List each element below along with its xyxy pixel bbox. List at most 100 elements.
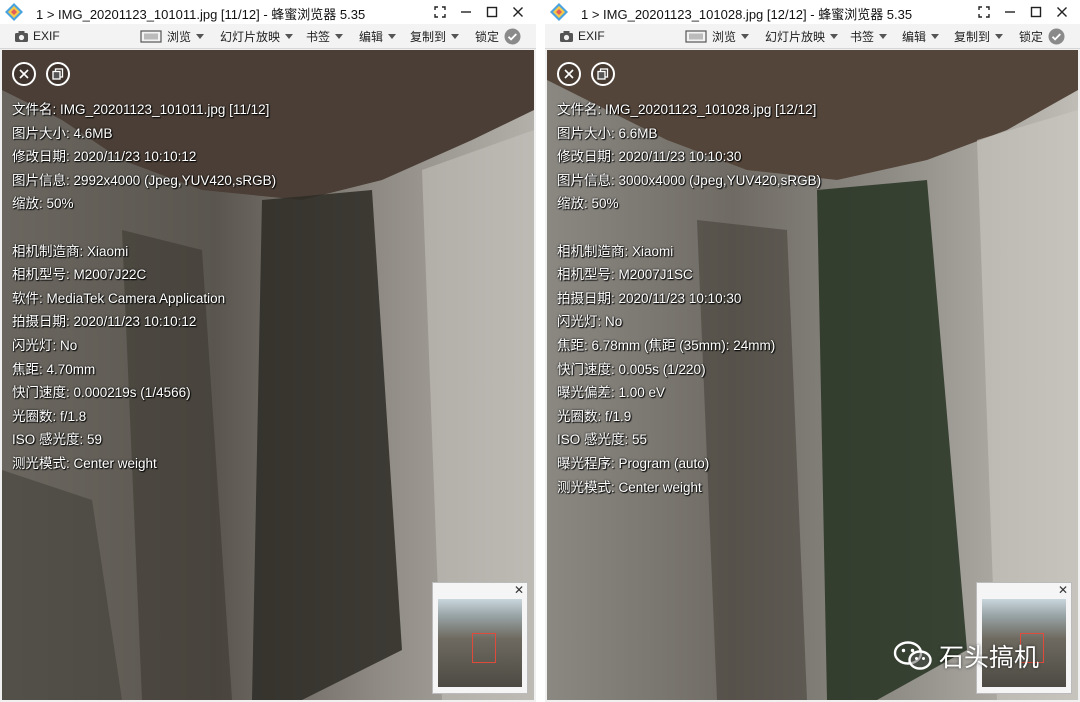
honeyview-icon xyxy=(5,3,23,21)
exif-label: EXIF xyxy=(578,29,605,43)
browse-icon xyxy=(685,29,707,43)
info-aperture: 光圈数: f/1.8 xyxy=(12,408,87,424)
info-modified: 修改日期: 2020/11/23 10:10:30 xyxy=(557,149,742,165)
copy-to-menu[interactable]: 复制到 xyxy=(954,24,1004,48)
minimap-close-icon[interactable]: ✕ xyxy=(1058,583,1068,597)
slideshow-menu[interactable]: 幻灯片放映 xyxy=(220,24,294,48)
info-date-taken: 拍摄日期: 2020/11/23 10:10:30 xyxy=(557,290,742,306)
chevron-down-icon xyxy=(451,33,460,39)
fullscreen-icon xyxy=(978,6,990,18)
maximize-button[interactable] xyxy=(1024,1,1048,23)
info-filesize: 图片大小: 6.6MB xyxy=(557,125,658,141)
chevron-down-icon xyxy=(741,33,750,39)
info-date-taken: 拍摄日期: 2020/11/23 10:10:12 xyxy=(12,314,197,330)
fullscreen-button[interactable] xyxy=(428,1,452,23)
close-icon xyxy=(564,69,574,79)
info-filename: 文件名: IMG_20201123_101011.jpg [11/12] xyxy=(12,102,270,117)
toolbar: EXIF 浏览 幻灯片放映 书签 编辑 复制到 锁定 xyxy=(0,24,536,49)
viewer-window-right: 1 > IMG_20201123_101028.jpg [12/12] - 蜂蜜… xyxy=(545,0,1080,702)
info-model: 相机型号: M2007J1SC xyxy=(557,267,693,283)
browse-icon xyxy=(140,29,162,43)
lock-label: 锁定 xyxy=(475,29,500,44)
info-focal-length: 焦距: 4.70mm xyxy=(12,361,96,377)
watermark-text: 石头搞机 xyxy=(939,643,1040,672)
title-bar: 1 > IMG_20201123_101011.jpg [11/12] - 蜂蜜… xyxy=(0,0,536,25)
info-software: 软件: MediaTek Camera Application xyxy=(12,290,226,306)
close-icon xyxy=(19,69,29,79)
close-window-button[interactable] xyxy=(506,1,530,23)
bookmark-menu[interactable]: 书签 xyxy=(850,24,888,48)
window-title: 1 > IMG_20201123_101028.jpg [12/12] - 蜂蜜… xyxy=(581,7,913,22)
edit-menu[interactable]: 编辑 xyxy=(902,24,940,48)
navigator-minimap[interactable]: ✕ xyxy=(432,582,528,694)
lock-check-icon xyxy=(504,28,521,44)
close-icon xyxy=(513,7,523,17)
fullscreen-button[interactable] xyxy=(972,1,996,23)
info-shutter: 快门速度: 0.000219s (1/4566) xyxy=(12,385,191,401)
browse-menu[interactable]: 浏览 xyxy=(685,24,750,48)
exif-info-panel: 文件名: IMG_20201123_101028.jpg [12/12] 图片大… xyxy=(557,98,821,499)
info-aperture: 光圈数: f/1.9 xyxy=(557,408,632,424)
viewer-window-left: 1 > IMG_20201123_101011.jpg [11/12] - 蜂蜜… xyxy=(0,0,536,702)
bookmark-menu[interactable]: 书签 xyxy=(306,24,344,48)
edit-label: 编辑 xyxy=(359,29,384,44)
chevron-down-icon xyxy=(196,33,205,39)
close-overlay-button[interactable] xyxy=(557,62,581,86)
minimap-close-icon[interactable]: ✕ xyxy=(514,583,524,597)
minimap-viewport-box[interactable] xyxy=(472,633,496,663)
edit-menu[interactable]: 编辑 xyxy=(359,24,397,48)
lock-button[interactable]: 锁定 xyxy=(475,24,521,48)
photo-canvas[interactable]: 文件名: IMG_20201123_101028.jpg [12/12] 图片大… xyxy=(547,50,1078,700)
camera-icon xyxy=(15,30,28,42)
lock-label: 锁定 xyxy=(1019,29,1044,44)
info-metering: 测光模式: Center weight xyxy=(557,479,702,495)
copy-info-button[interactable] xyxy=(46,62,70,86)
title-bar: 1 > IMG_20201123_101028.jpg [12/12] - 蜂蜜… xyxy=(545,0,1080,25)
info-model: 相机型号: M2007J22C xyxy=(12,267,147,283)
close-window-button[interactable] xyxy=(1050,1,1074,23)
chevron-down-icon xyxy=(931,33,940,39)
lock-button[interactable]: 锁定 xyxy=(1019,24,1065,48)
toolbar: EXIF 浏览 幻灯片放映 书签 编辑 复制到 锁定 xyxy=(545,24,1080,49)
bookmark-label: 书签 xyxy=(306,29,331,44)
info-make: 相机制造商: Xiaomi xyxy=(557,243,674,259)
maximize-button[interactable] xyxy=(480,1,504,23)
fullscreen-icon xyxy=(434,6,446,18)
info-filesize: 图片大小: 4.6MB xyxy=(12,125,113,141)
edit-label: 编辑 xyxy=(902,29,927,44)
copy-to-label: 复制到 xyxy=(954,29,991,44)
info-zoom: 缩放: 50% xyxy=(557,196,619,212)
slideshow-menu[interactable]: 幻灯片放映 xyxy=(765,24,839,48)
lock-check-icon xyxy=(1048,28,1065,44)
info-image: 图片信息: 3000x4000 (Jpeg,YUV420,sRGB) xyxy=(557,172,822,188)
minimize-button[interactable] xyxy=(998,1,1022,23)
exif-button[interactable]: EXIF xyxy=(14,24,60,48)
chevron-down-icon xyxy=(335,33,344,39)
info-iso: ISO 感光度: 55 xyxy=(557,432,648,448)
minimize-button[interactable] xyxy=(454,1,478,23)
copy-info-button[interactable] xyxy=(591,62,615,86)
browse-label: 浏览 xyxy=(712,29,737,44)
window-title: 1 > IMG_20201123_101011.jpg [11/12] - 蜂蜜… xyxy=(36,7,366,22)
minimap-thumbnail xyxy=(438,599,522,687)
watermark: 石头搞机 xyxy=(893,638,1039,674)
info-metering: 测光模式: Center weight xyxy=(12,455,157,471)
info-image: 图片信息: 2992x4000 (Jpeg,YUV420,sRGB) xyxy=(12,172,277,188)
chevron-down-icon xyxy=(830,33,839,39)
close-overlay-button[interactable] xyxy=(12,62,36,86)
browse-menu[interactable]: 浏览 xyxy=(140,24,205,48)
chevron-down-icon xyxy=(388,33,397,39)
info-modified: 修改日期: 2020/11/23 10:10:12 xyxy=(12,149,197,165)
exif-info-panel: 文件名: IMG_20201123_101011.jpg [11/12] 图片大… xyxy=(12,98,276,476)
chevron-down-icon xyxy=(879,33,888,39)
chevron-down-icon xyxy=(285,33,294,39)
copy-to-menu[interactable]: 复制到 xyxy=(410,24,460,48)
photo-canvas[interactable]: 文件名: IMG_20201123_101011.jpg [11/12] 图片大… xyxy=(2,50,534,700)
maximize-icon xyxy=(486,6,498,18)
camera-icon xyxy=(560,30,573,42)
exif-button[interactable]: EXIF xyxy=(559,24,605,48)
info-iso: ISO 感光度: 59 xyxy=(12,432,103,448)
info-make: 相机制造商: Xiaomi xyxy=(12,243,129,259)
info-filename: 文件名: IMG_20201123_101028.jpg [12/12] xyxy=(557,102,817,117)
